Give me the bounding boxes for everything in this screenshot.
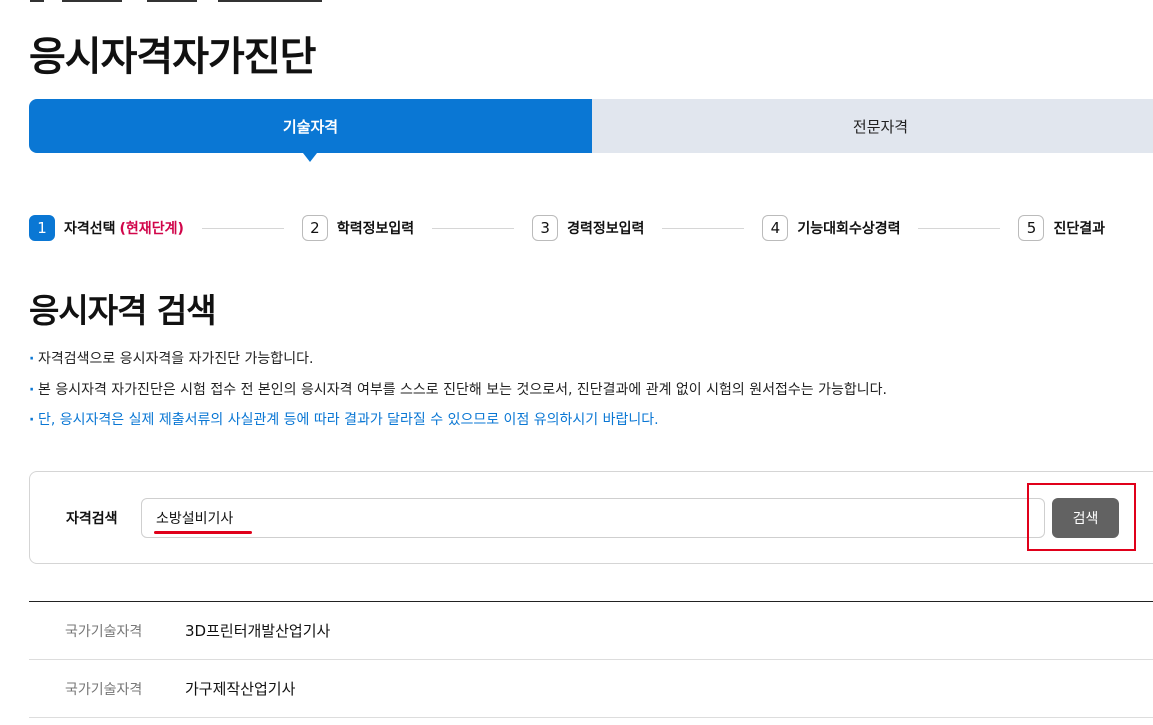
step-5: 5 진단결과 [1018, 215, 1105, 241]
step-number: 5 [1018, 215, 1045, 241]
step-label: 진단결과 [1053, 221, 1105, 237]
input-annotation-underline [154, 531, 252, 534]
step-connector [918, 227, 1001, 229]
notice-item-highlight: 단, 응시자격은 실제 제출서류의 사실관계 등에 따라 결과가 달라질 수 있… [29, 411, 887, 442]
progress-steps: 1 자격선택 (현재단계) 2 학력정보입력 3 경력정보입력 4 기능대회수상경… [29, 214, 1153, 242]
result-category: 국가기술자격 [65, 623, 143, 640]
qualification-search-input[interactable] [141, 498, 1045, 538]
step-4: 4 기능대회수상경력 [762, 215, 900, 241]
step-label: 자격선택 (현재단계) [64, 221, 184, 237]
step-label: 학력정보입력 [336, 221, 415, 237]
breadcrumb-fragment-1 [30, 0, 44, 2]
tab-technical-qualification[interactable]: 기술자격 [29, 99, 592, 162]
search-panel: 자격검색 검색 [29, 471, 1153, 564]
result-category: 국가기술자격 [65, 681, 143, 698]
list-item[interactable]: 국가기술자격 3D프린터개발산업기사 [29, 602, 1153, 660]
step-number: 3 [532, 215, 559, 241]
step-3: 3 경력정보입력 [532, 215, 644, 241]
breadcrumb-fragment-3 [147, 0, 197, 2]
notice-list: 자격검색으로 응시자격을 자가진단 가능합니다. 본 응시자격 자가진단은 시험… [29, 350, 887, 442]
breadcrumb-fragment-2 [62, 0, 122, 2]
search-label: 자격검색 [66, 511, 118, 527]
step-number: 1 [29, 215, 55, 241]
section-title: 응시자격 검색 [29, 291, 217, 330]
qualification-tabs: 기술자격 전문자격 [29, 99, 1153, 162]
step-connector [201, 227, 284, 229]
step-2: 2 학력정보입력 [301, 215, 415, 241]
step-number: 2 [301, 215, 328, 241]
notice-item: 본 응시자격 자가진단은 시험 접수 전 본인의 응시자격 여부를 스스로 진단… [29, 381, 887, 412]
breadcrumb-fragment-4 [218, 0, 322, 2]
result-name: 가구제작산업기사 [185, 680, 296, 698]
search-button[interactable]: 검색 [1052, 498, 1119, 538]
results-list: 국가기술자격 3D프린터개발산업기사 국가기술자격 가구제작산업기사 [29, 601, 1153, 718]
tab-professional-qualification[interactable]: 전문자격 [592, 99, 1153, 153]
current-step-tag: (현재단계) [119, 221, 184, 237]
result-name: 3D프린터개발산업기사 [185, 622, 331, 640]
list-item[interactable]: 국가기술자격 가구제작산업기사 [29, 660, 1153, 718]
step-1: 1 자격선택 (현재단계) [29, 215, 184, 241]
notice-item: 자격검색으로 응시자격을 자가진단 가능합니다. [29, 350, 887, 381]
page-title: 응시자격자가진단 [29, 34, 316, 80]
step-label: 기능대회수상경력 [797, 221, 901, 237]
step-label: 경력정보입력 [567, 221, 645, 237]
step-connector [662, 227, 745, 229]
step-connector [432, 227, 515, 229]
step-number: 4 [762, 215, 789, 241]
